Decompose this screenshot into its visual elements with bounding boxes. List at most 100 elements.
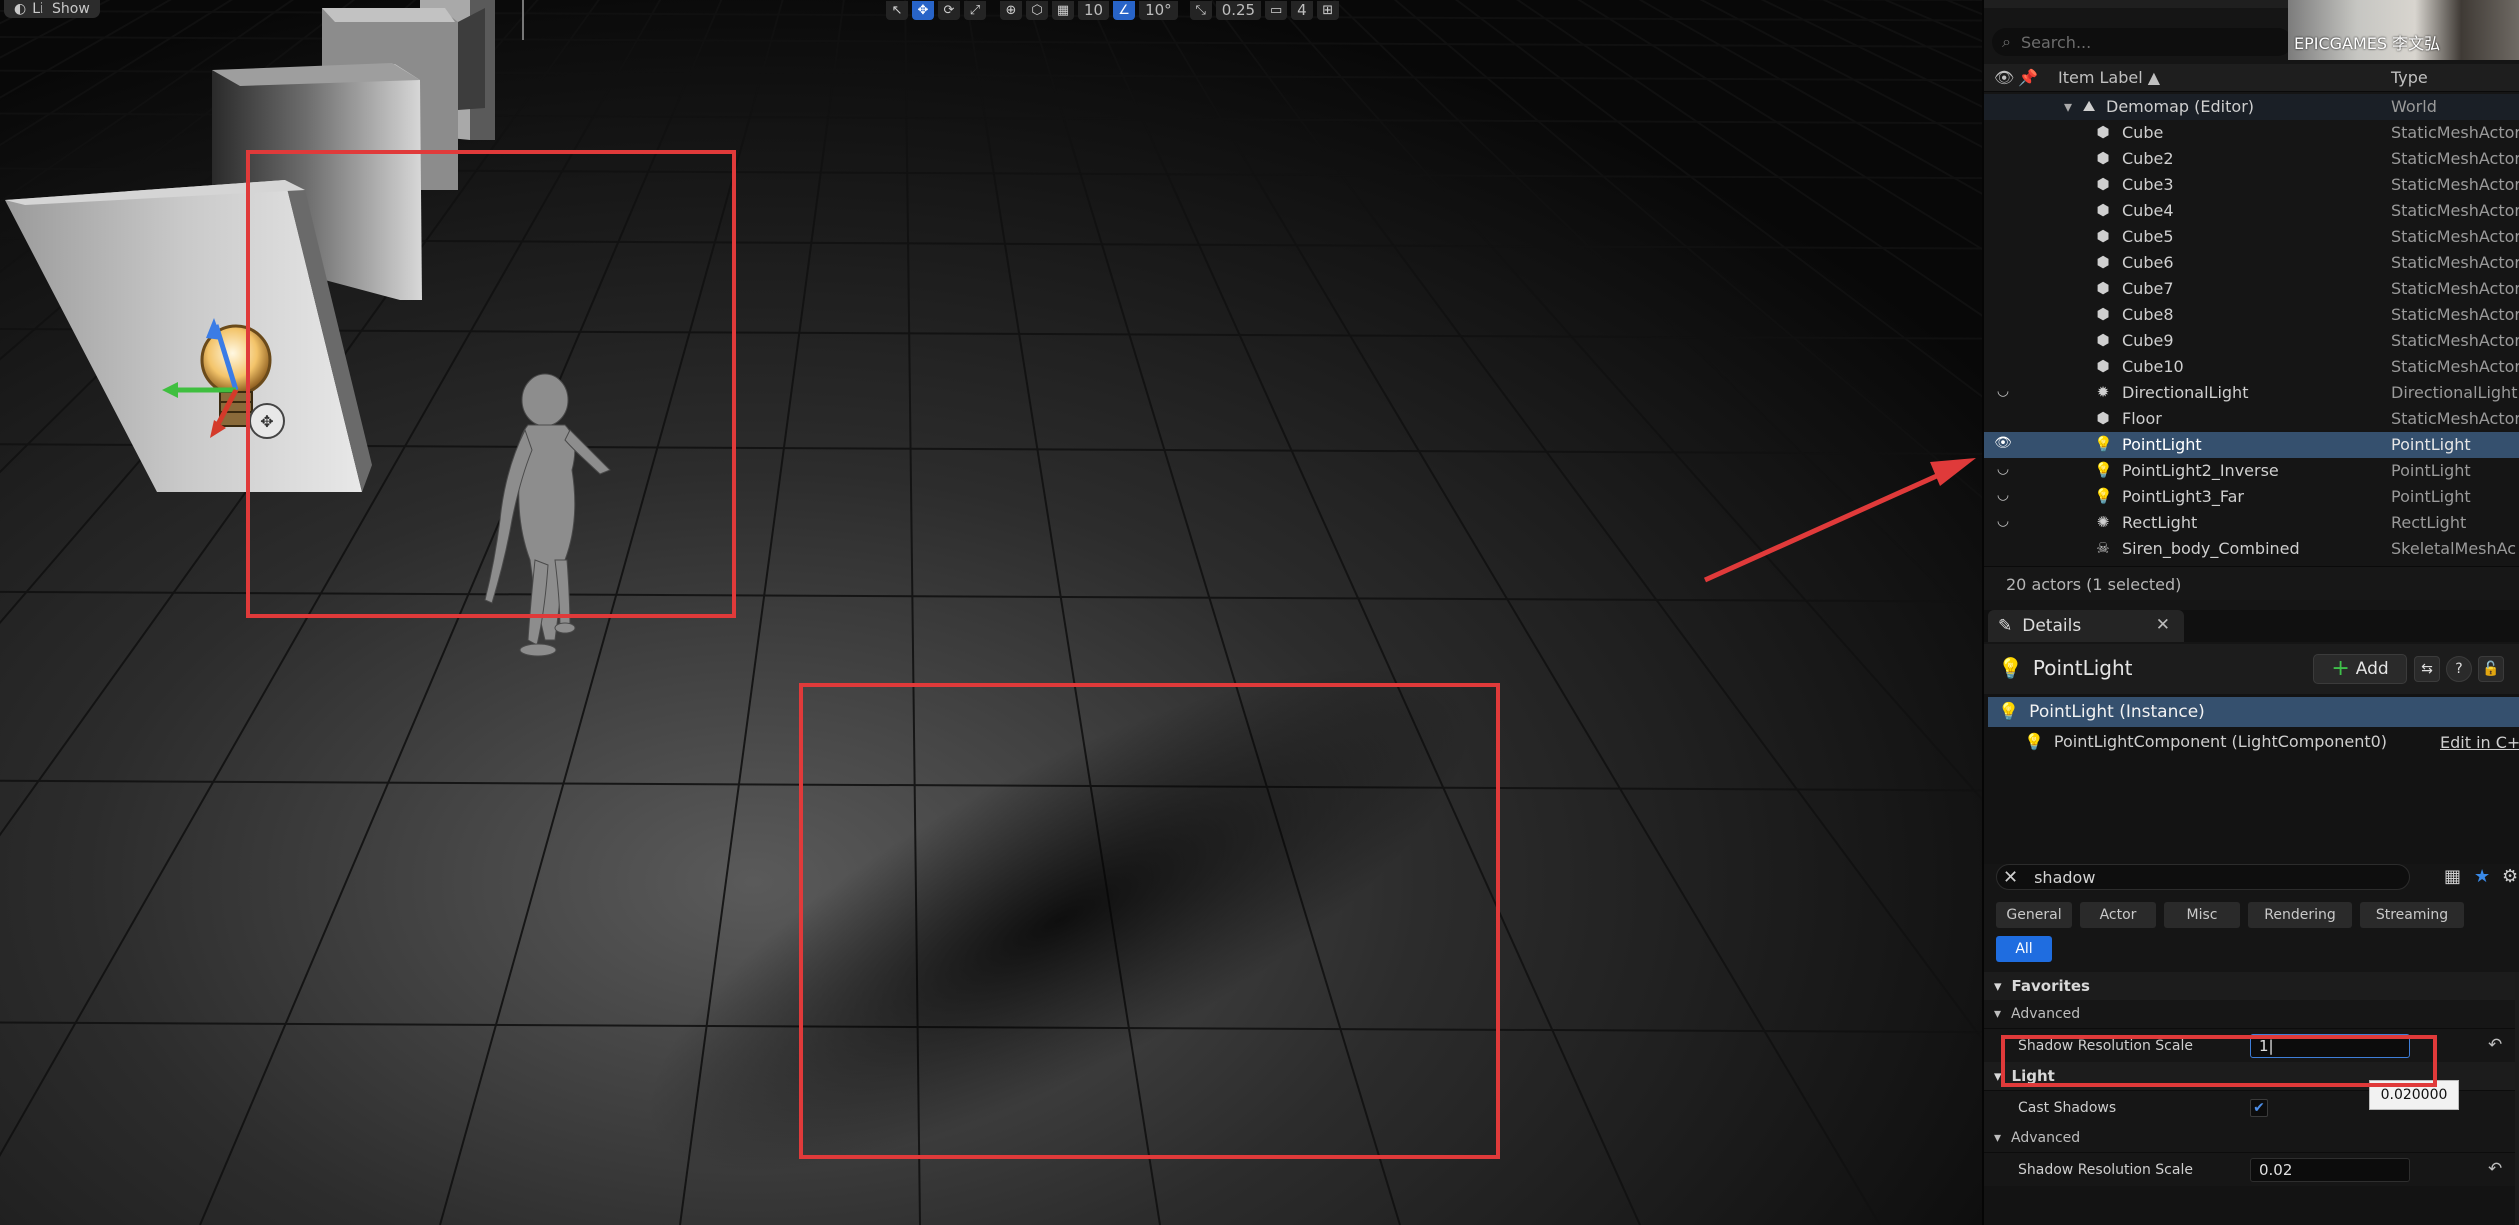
help-icon[interactable]: ? (2446, 656, 2472, 682)
outliner-row-type: StaticMeshActor (2391, 227, 2519, 246)
world-local-icon[interactable]: ⊕ (1000, 0, 1022, 20)
hidden-eye-icon[interactable]: ◡ (1994, 513, 2012, 529)
shadow-resolution-input[interactable]: 1| (2250, 1034, 2410, 1058)
subsection-title: Advanced (2011, 1130, 2081, 1146)
subsection-title: Advanced (2011, 1006, 2081, 1022)
type-column[interactable]: Type (2391, 68, 2428, 87)
outliner-row-label: PointLight3_Far (2122, 487, 2244, 506)
property-label: Cast Shadows (2018, 1100, 2117, 1116)
star-icon[interactable]: ★ (2474, 866, 2490, 887)
outliner-row-type: DirectionalLight (2391, 383, 2518, 402)
outliner-row[interactable]: ⬢ Cube9 StaticMeshActor (1984, 328, 2519, 354)
details-search-field[interactable]: ✕ shadow (1996, 864, 2410, 890)
category-all[interactable]: All (1996, 936, 2052, 962)
shadow-resolution-input-2[interactable]: 0.02 (2250, 1158, 2410, 1182)
search-icon: ⌕ (2002, 32, 2011, 51)
section-title: Favorites (2011, 977, 2090, 995)
cast-shadows-checkbox[interactable]: ✔ (2250, 1099, 2268, 1117)
scale-snap-value[interactable]: 0.25 (1215, 0, 1262, 20)
outliner-row-label: Cube2 (2122, 149, 2174, 168)
reset-to-default-icon[interactable]: ↶ (2488, 1035, 2502, 1055)
favorites-section[interactable]: ▾ Favorites (1984, 972, 2519, 1000)
outliner-row[interactable]: ⬢ Cube8 StaticMeshActor (1984, 302, 2519, 328)
svg-text:✥: ✥ (260, 412, 273, 431)
component-row[interactable]: 💡 PointLightComponent (LightComponent0) (2024, 732, 2387, 751)
rotation-snap-icon[interactable]: ∠ (1113, 0, 1136, 20)
outliner-row-type: PointLight (2391, 461, 2471, 480)
rotate-mode-icon[interactable]: ⟳ (938, 0, 960, 20)
property-label: Shadow Resolution Scale (2018, 1038, 2193, 1054)
table-view-icon[interactable]: ▦ (2444, 866, 2461, 887)
camera-speed-value[interactable]: 4 (1291, 0, 1313, 20)
level-viewport[interactable]: ✥ ◐ Lit Show ↖ ✥ ⟳ ⤢ ⊕ ⬡ ▦ 10 ∠ 10° ⤡ 0.… (0, 0, 1982, 1225)
add-label: Add (2355, 659, 2389, 679)
lock-icon[interactable]: 🔓 (2478, 656, 2504, 682)
surface-snap-icon[interactable]: ⬡ (1026, 0, 1048, 20)
outliner-row-world[interactable]: ▾ ⛰ Demomap (Editor) World (1984, 94, 2519, 120)
clear-search-icon[interactable]: ✕ (2003, 867, 2018, 888)
viewport-layout-icon[interactable]: ⊞ (1316, 0, 1339, 20)
blueprint-icon[interactable]: ⇆ (2414, 656, 2440, 682)
outliner-row[interactable]: ◡ 💡 PointLight2_Inverse PointLight (1984, 458, 2519, 484)
outliner-row[interactable]: ◡ ✺ RectLight RectLight (1984, 510, 2519, 536)
close-icon[interactable]: ✕ (2156, 615, 2170, 635)
category-rendering[interactable]: Rendering (2248, 902, 2352, 928)
outliner-search[interactable]: ⌕ Search... (1992, 28, 2292, 56)
camera-speed-icon[interactable]: ▭ (1265, 0, 1288, 20)
outliner-row[interactable]: ☠ Siren_body_Combined SkeletalMeshAc (1984, 536, 2519, 562)
outliner-row-label: Cube (2122, 123, 2164, 142)
settings-icon[interactable]: ⚙ (2502, 866, 2518, 887)
outliner-row-type: StaticMeshActor (2391, 201, 2519, 220)
scale-mode-icon[interactable]: ⤢ (964, 0, 986, 20)
outliner-row[interactable]: ⬢ Cube2 StaticMeshActor (1984, 146, 2519, 172)
grid-snap-value[interactable]: 10 (1078, 0, 1110, 20)
outliner-row[interactable]: ⬢ Cube6 StaticMeshActor (1984, 250, 2519, 276)
outliner-row[interactable]: ⬢ Cube5 StaticMeshActor (1984, 224, 2519, 250)
pencil-icon: ✎ (1998, 616, 2013, 636)
details-scrollbar[interactable] (2515, 972, 2519, 1225)
outliner-row-type: StaticMeshActor (2391, 123, 2519, 142)
edit-in-cpp-link[interactable]: Edit in C++ (2440, 733, 2519, 752)
category-general[interactable]: General (1996, 902, 2072, 928)
scale-snap-icon[interactable]: ⤡ (1189, 0, 1212, 20)
category-actor[interactable]: Actor (2080, 902, 2156, 928)
outliner-row[interactable]: ⬢ Cube10 StaticMeshActor (1984, 354, 2519, 380)
outliner-row[interactable]: ⬢ Cube StaticMeshActor (1984, 120, 2519, 146)
advanced-subsection[interactable]: ▾ Advanced (1984, 1000, 2519, 1028)
hidden-eye-icon[interactable]: ◡ (1994, 383, 2012, 399)
outliner-row[interactable]: ◡ 💡 PointLight3_Far PointLight (1984, 484, 2519, 510)
hidden-eye-icon[interactable]: ◡ (1994, 487, 2012, 503)
instance-row[interactable]: 💡 PointLight (Instance) (1988, 697, 2519, 727)
outliner-row[interactable]: ◡ ✹ DirectionalLight DirectionalLight (1984, 380, 2519, 406)
rotation-snap-value[interactable]: 10° (1139, 0, 1178, 20)
category-misc[interactable]: Misc (2164, 902, 2240, 928)
webcam-watermark: EPICGAMES 李文弘 (2294, 34, 2441, 53)
add-component-button[interactable]: + Add (2313, 654, 2407, 684)
visibility-column-icon[interactable]: 👁 (1994, 68, 2014, 87)
category-streaming[interactable]: Streaming (2360, 902, 2464, 928)
expand-arrow-icon[interactable]: ▾ (2064, 97, 2072, 116)
view-mode-icon: ◐ (14, 1, 27, 17)
outliner-row[interactable]: ⬢ Cube7 StaticMeshActor (1984, 276, 2519, 302)
show-button[interactable]: Show (42, 0, 100, 18)
transform-toolbar: ↖ ✥ ⟳ ⤢ ⊕ ⬡ ▦ 10 ∠ 10° ⤡ 0.25 ▭ 4 ⊞ (886, 0, 1339, 20)
pin-column-icon[interactable]: 📌 (2018, 68, 2038, 87)
collapse-arrow-icon: ▾ (1994, 1006, 2002, 1022)
item-label-column[interactable]: Item Label ▲ (2058, 68, 2160, 87)
advanced-subsection[interactable]: ▾ Advanced (1984, 1124, 2519, 1152)
details-tab[interactable]: ✎ Details ✕ (1988, 610, 2184, 642)
outliner-row[interactable]: ⬢ Cube4 StaticMeshActor (1984, 198, 2519, 224)
reset-to-default-icon[interactable]: ↶ (2488, 1159, 2502, 1179)
select-mode-icon[interactable]: ↖ (886, 0, 908, 20)
lightbulb-icon: 💡 (2094, 435, 2113, 453)
show-label: Show (52, 1, 90, 17)
outliner-row[interactable]: ⬢ Cube3 StaticMeshActor (1984, 172, 2519, 198)
grid-snap-icon[interactable]: ▦ (1052, 0, 1074, 20)
outliner-row-type: StaticMeshActor (2391, 175, 2519, 194)
visible-eye-icon[interactable]: 👁 (1994, 435, 2012, 451)
hidden-eye-icon[interactable]: ◡ (1994, 461, 2012, 477)
outliner-row[interactable]: ⬢ Floor StaticMeshActor (1984, 406, 2519, 432)
details-tab-label: Details (2022, 616, 2082, 636)
translate-mode-icon[interactable]: ✥ (912, 0, 934, 20)
outliner-row-selected[interactable]: 👁 💡 PointLight PointLight (1984, 432, 2519, 458)
